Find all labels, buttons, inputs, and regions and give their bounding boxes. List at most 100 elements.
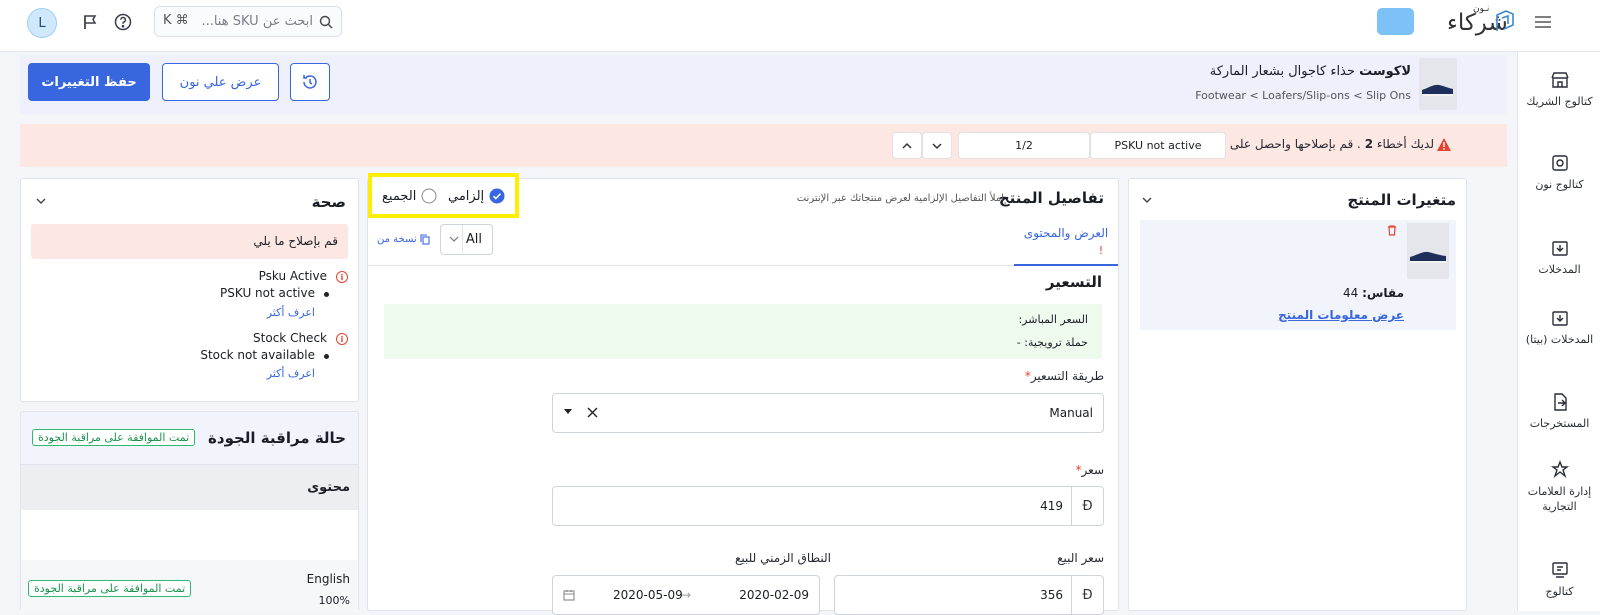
price-label-text: سعر <box>1081 463 1104 477</box>
top-bar: L K ⌘ ابحث عن SKU هنا... نـون شركاء <box>0 0 1600 52</box>
qc-lang-badge: تمت الموافقة على مراقبة الجودة <box>28 580 192 597</box>
select-divider <box>462 225 463 254</box>
download-icon <box>1550 238 1570 258</box>
search-placeholder: ابحث عن SKU هنا... <box>201 14 313 29</box>
filter-mandatory-label: إلزامي <box>448 188 485 204</box>
sidebar-item-noon-catalog[interactable]: كتالوج نون <box>1518 153 1600 192</box>
copy-label: نسخة من <box>377 234 417 245</box>
avatar-letter: L <box>38 15 46 31</box>
error-prev-button[interactable] <box>892 132 922 159</box>
info-icon: i <box>336 333 348 345</box>
product-title: لاكوست حذاء كاجوال بشعار الماركة <box>1210 64 1411 79</box>
sidebar-item-partner-catalog[interactable]: كتالوج الشريك <box>1518 70 1600 109</box>
feedback-icon[interactable] <box>78 10 102 34</box>
variant-item[interactable]: مقاس: 44 عرض معلومات المنتج <box>1140 220 1456 330</box>
range-start: 2020-02-09 <box>739 588 809 602</box>
sidebar-item-exports[interactable]: المستخرجات <box>1518 392 1600 431</box>
error-count: 2 <box>1364 137 1374 151</box>
error-pager-label: 1/2 <box>1015 139 1033 152</box>
copy-from-button[interactable]: نسخة من <box>377 234 430 245</box>
details-title: تفاصيل المنتج <box>998 189 1104 207</box>
save-button[interactable]: حفظ التغييرات <box>28 63 150 101</box>
radio-empty-icon <box>421 188 437 204</box>
price-input[interactable]: 419 Ð <box>552 486 1104 526</box>
bullet <box>324 354 329 359</box>
error-next-button[interactable] <box>922 132 952 159</box>
avatar[interactable]: L <box>27 8 57 38</box>
product-thumbnail <box>1419 58 1457 110</box>
sidebar-item-inputs-beta[interactable]: المدخلات (بيتا) <box>1518 308 1600 347</box>
fix-banner-text: قم بإصلاح ما يلي <box>253 234 338 248</box>
pricing-method-select[interactable]: Manual <box>552 393 1104 433</box>
chevron-down-icon <box>931 140 943 152</box>
search-input[interactable]: K ⌘ ابحث عن SKU هنا... <box>154 6 342 37</box>
breadcrumb: Footwear < Loafers/Slip-ons < Slip Ons <box>1195 89 1411 102</box>
chevron-down-icon[interactable] <box>1141 194 1153 206</box>
sidebar-item-catalog[interactable]: كتالوج <box>1518 560 1600 599</box>
sidebar-item-inputs[interactable]: المدخلات <box>1518 238 1600 277</box>
pricing-method-value: Manual <box>1049 406 1093 420</box>
filter-all[interactable]: الجميع <box>382 188 437 204</box>
history-button[interactable] <box>290 63 330 101</box>
download-beta-icon <box>1550 308 1570 328</box>
delete-icon[interactable] <box>1386 224 1398 236</box>
range-end: 2020-05-09 <box>613 588 683 602</box>
sale-price-input[interactable]: 356 Ð <box>834 575 1104 615</box>
currency-icon: Ð <box>1071 576 1103 614</box>
qc-title: حالة مراقبة الجودة <box>208 429 346 447</box>
language-select[interactable]: All <box>440 224 493 255</box>
product-info-link[interactable]: عرض معلومات المنتج <box>1278 308 1404 322</box>
chevron-down-icon[interactable] <box>35 195 47 207</box>
save-button-label: حفظ التغييرات <box>41 74 137 90</box>
clear-icon[interactable] <box>587 407 598 418</box>
filter-mandatory[interactable]: إلزامي <box>448 188 505 204</box>
size-label: مقاس: <box>1362 286 1404 300</box>
menu-icon[interactable] <box>1534 14 1552 30</box>
tab-display-content[interactable]: العرض والمحتوى ! <box>1014 217 1118 266</box>
chevron-down-icon <box>449 234 459 244</box>
help-icon[interactable] <box>111 10 135 34</box>
tab-label: العرض والمحتوى <box>1023 226 1109 240</box>
sale-price-value: 356 <box>1040 588 1063 602</box>
sidebar-item-brand-management[interactable]: إدارة العلامات التجارية <box>1518 460 1600 514</box>
store-icon <box>1550 70 1570 90</box>
qc-percent: 100% <box>318 594 350 607</box>
current-error[interactable]: PSKU not active <box>1090 132 1226 159</box>
health-item-detail: PSKU not active <box>220 286 315 300</box>
search-shortcut: K ⌘ <box>163 13 189 28</box>
brand-logo-icon <box>1494 9 1516 33</box>
variant-size: مقاس: 44 <box>1343 286 1404 300</box>
sidebar-item-label: المدخلات (بيتا) <box>1525 333 1594 346</box>
product-brand: لاكوست <box>1359 64 1411 79</box>
calendar-icon[interactable] <box>563 589 575 601</box>
sidebar-item-label: كتالوج <box>1545 585 1574 598</box>
export-icon <box>1550 392 1570 412</box>
price-value: 419 <box>1040 499 1063 513</box>
caret-down-icon[interactable] <box>563 408 573 416</box>
pricing-method-text: طريقة التسعير <box>1030 369 1104 383</box>
learn-more-link[interactable]: اعرف أكثر <box>267 367 315 380</box>
tab-alert: ! <box>1098 244 1104 257</box>
history-icon <box>301 73 319 91</box>
sidebar-item-label: المستخرجات <box>1529 417 1590 430</box>
chevron-up-icon <box>901 140 913 152</box>
error-banner: لديك أخطاء 2 . قم بإصلاحها واحصل على رمز… <box>20 124 1507 167</box>
sale-date-range[interactable]: 2020-02-09 → 2020-05-09 <box>552 575 820 615</box>
view-on-noon-button[interactable]: عرض علي نون <box>162 63 279 101</box>
health-title: صحة <box>311 193 346 211</box>
error-pager: 1/2 <box>958 132 1090 159</box>
learn-more-link[interactable]: اعرف أكثر <box>267 306 315 319</box>
price-label: سعر* <box>1075 463 1104 477</box>
sidebar-item-label: إدارة العلامات التجارية <box>1527 485 1592 513</box>
sale-price-label: سعر البيع <box>1057 551 1104 565</box>
language-select-value: All <box>465 232 482 247</box>
qc-section-header[interactable]: محتوى <box>21 464 358 510</box>
live-price-label: السعر المباشر: <box>1018 313 1088 326</box>
brand-icon <box>1550 460 1570 480</box>
store-switcher[interactable] <box>1377 8 1414 35</box>
view-button-label: عرض علي نون <box>179 74 262 90</box>
currency-symbol: Ð <box>1082 498 1093 514</box>
variants-title: متغيرات المنتج <box>1347 191 1456 209</box>
fix-banner: قم بإصلاح ما يلي <box>31 224 348 259</box>
sidebar-item-label: كتالوج نون <box>1535 178 1584 191</box>
